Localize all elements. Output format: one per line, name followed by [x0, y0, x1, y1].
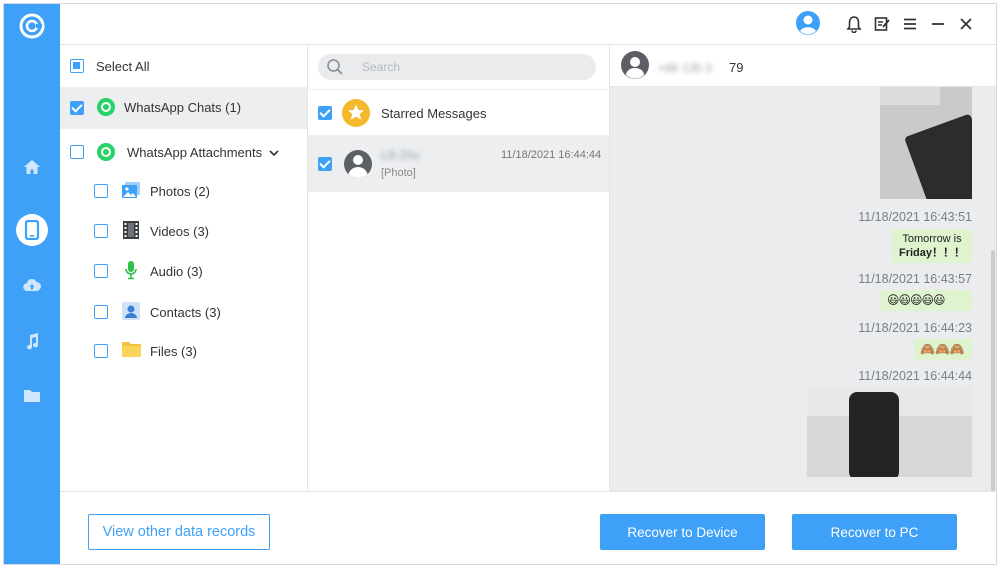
audio-checkbox[interactable]	[94, 264, 108, 278]
edit-note-icon[interactable]	[870, 12, 894, 36]
film-icon	[123, 221, 139, 239]
message-text: Friday！！！	[898, 247, 965, 259]
music-icon[interactable]	[17, 326, 47, 356]
category-label: Videos (3)	[150, 224, 210, 239]
whatsapp-icon	[97, 98, 115, 116]
message-bubble: Tomorrow is Friday！！！	[892, 229, 972, 263]
category-label: Audio (3)	[150, 264, 203, 279]
category-photos[interactable]: Photos (2)	[60, 171, 307, 211]
app-window: Select All WhatsApp Chats (1) WhatsApp A…	[3, 3, 997, 565]
view-other-records-button[interactable]: View other data records	[88, 514, 270, 550]
category-videos[interactable]: Videos (3)	[60, 211, 307, 251]
chevron-down-icon[interactable]	[269, 150, 279, 157]
chat-checkbox[interactable]	[318, 157, 332, 171]
search-box[interactable]: Search	[318, 54, 596, 80]
minimize-icon[interactable]	[926, 12, 950, 36]
message-timestamp: 11/18/2021 16:44:23	[858, 321, 972, 335]
search-icon	[327, 59, 343, 75]
message-text: Tomorrow is	[902, 233, 962, 245]
star-icon	[342, 99, 370, 127]
chat-contact-name: Lili Zhu	[381, 148, 420, 162]
contacts-checkbox[interactable]	[94, 305, 108, 319]
photos-checkbox[interactable]	[94, 184, 108, 198]
message-timestamp: 11/18/2021 16:44:44	[858, 369, 972, 383]
conversation-header: +86 135 3 79	[610, 45, 996, 87]
category-contacts[interactable]: Contacts (3)	[60, 291, 307, 331]
message-bubble: 😃😃😃😃😃	[881, 290, 972, 311]
photo-message[interactable]	[807, 386, 972, 477]
close-icon[interactable]	[954, 12, 978, 36]
footer-bar: View other data records Recover to Devic…	[60, 491, 996, 564]
category-files[interactable]: Files (3)	[60, 331, 307, 371]
chat-list-panel: Search Starred Messages Lili Zhu 11/18/2…	[308, 44, 610, 491]
message-timestamp: 11/18/2021 16:43:57	[858, 272, 972, 286]
contact-number-suffix: 79	[729, 60, 744, 75]
whatsapp-chats-checkbox[interactable]	[70, 101, 84, 115]
category-label: WhatsApp Attachments	[127, 145, 263, 160]
category-whatsapp-chats[interactable]: WhatsApp Chats (1)	[60, 87, 307, 129]
select-all-label: Select All	[96, 59, 150, 74]
category-label: Photos (2)	[150, 184, 210, 199]
chat-item[interactable]: Lili Zhu 11/18/2021 16:44:44 [Photo]	[308, 136, 609, 192]
category-label: Files (3)	[150, 344, 197, 359]
photos-icon	[122, 182, 140, 198]
starred-label: Starred Messages	[381, 106, 487, 121]
message-text: 😃😃😃😃😃	[887, 293, 946, 307]
app-logo-icon	[18, 12, 46, 40]
chat-preview: [Photo]	[381, 167, 416, 179]
category-audio[interactable]: Audio (3)	[60, 251, 307, 291]
cloud-icon[interactable]	[17, 270, 47, 300]
message-bubble: 🙈🙈🙈	[914, 339, 972, 360]
message-timestamp: 11/18/2021 16:43:51	[858, 210, 972, 224]
photo-message[interactable]	[880, 87, 972, 199]
starred-checkbox[interactable]	[318, 106, 332, 120]
folder-icon[interactable]	[17, 380, 47, 410]
recover-to-pc-button[interactable]: Recover to PC	[792, 514, 957, 550]
files-checkbox[interactable]	[94, 344, 108, 358]
contact-number-hidden: +86 135 3	[658, 61, 712, 75]
category-label: Contacts (3)	[150, 305, 221, 320]
menu-icon[interactable]	[898, 12, 922, 36]
folder-yellow-icon	[122, 342, 141, 357]
microphone-icon	[125, 261, 137, 280]
whatsapp-icon	[97, 143, 115, 161]
category-panel: Select All WhatsApp Chats (1) WhatsApp A…	[60, 44, 308, 491]
select-all-row[interactable]: Select All	[60, 45, 307, 85]
user-circle-icon[interactable]	[795, 10, 821, 36]
category-label: WhatsApp Chats (1)	[124, 100, 242, 115]
bell-icon[interactable]	[842, 12, 866, 36]
contact-card-icon	[122, 302, 140, 320]
home-icon[interactable]	[17, 152, 47, 182]
avatar	[344, 150, 372, 178]
recover-to-device-button[interactable]: Recover to Device	[600, 514, 765, 550]
whatsapp-attachments-checkbox[interactable]	[70, 145, 84, 159]
left-rail	[4, 4, 60, 564]
search-input[interactable]: Search	[362, 60, 400, 74]
videos-checkbox[interactable]	[94, 224, 108, 238]
conversation-panel: +86 135 3 79 11/18/2021 16:43:51 Tomorro…	[610, 44, 996, 530]
phone-icon[interactable]	[16, 214, 48, 246]
title-bar	[60, 4, 996, 44]
contact-avatar-icon	[621, 51, 649, 79]
scrollbar[interactable]	[991, 250, 995, 530]
message-text: 🙈🙈🙈	[920, 342, 965, 356]
chat-timestamp: 11/18/2021 16:44:44	[501, 149, 602, 161]
category-whatsapp-attachments[interactable]: WhatsApp Attachments	[60, 131, 307, 171]
starred-messages-row[interactable]: Starred Messages	[308, 89, 609, 136]
select-all-checkbox[interactable]	[70, 59, 84, 73]
